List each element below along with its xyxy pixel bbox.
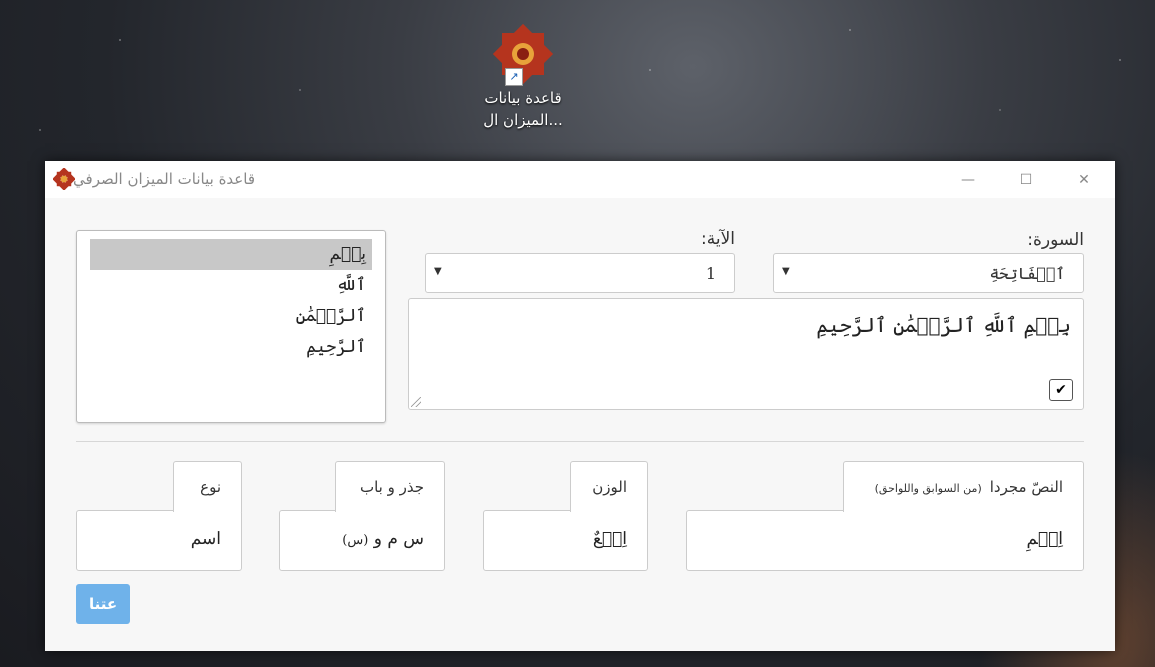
ayah-select[interactable]: ▼ 1: [425, 253, 735, 293]
ayah-label: الآية:: [701, 229, 735, 249]
ayah-checkbox[interactable]: ✔: [1049, 379, 1073, 401]
surah-select[interactable]: ▼ ٱلۡفَاتِحَةِ: [773, 253, 1084, 293]
chevron-down-icon: ▼: [782, 266, 790, 277]
desktop-icon-label-line1: قاعدة بيانات: [484, 89, 562, 107]
weight-value: اِفۡعٌ: [592, 529, 627, 549]
tab-stripped-text[interactable]: النصّ مجردا (من السوابق واللواحق): [843, 461, 1084, 512]
app-logo-icon: ↗: [491, 22, 555, 86]
minimize-button[interactable]: —: [945, 161, 991, 198]
surah-label: السورة:: [1027, 230, 1084, 250]
type-tab-label: نوع: [200, 478, 221, 496]
tab-type[interactable]: نوع: [173, 461, 242, 512]
action-button[interactable]: عتنا: [76, 584, 130, 624]
root-value: س م و: [373, 529, 424, 549]
surah-select-value: ٱلۡفَاتِحَةِ: [989, 264, 1065, 283]
desktop-shortcut-icon[interactable]: ↗ قاعدة بيانات ...الميزان ال: [477, 22, 569, 130]
window-title: قاعدة بيانات الميزان الصرفي: [73, 170, 255, 188]
root-note: (س): [342, 533, 369, 548]
stripped-text-card: اِسۡمِ: [686, 510, 1084, 571]
list-item[interactable]: بِسۡمِ: [90, 239, 372, 270]
weight-card: اِفۡعٌ: [483, 510, 648, 571]
weight-tab-label: الوزن: [592, 478, 627, 496]
stripped-text-tab-label: النصّ مجردا: [989, 478, 1063, 496]
list-item[interactable]: ٱللَّهِ: [90, 270, 372, 301]
ayah-select-value: 1: [705, 264, 716, 283]
list-item[interactable]: ٱلرَّحِيمِ: [90, 332, 372, 363]
tab-root[interactable]: جذر و باب: [335, 461, 445, 512]
app-window: قاعدة بيانات الميزان الصرفي — ☐ ✕ بِسۡمِ…: [45, 161, 1115, 651]
maximize-button[interactable]: ☐: [1003, 161, 1049, 198]
ayah-text: بِسۡمِ ٱللَّهِ ٱلرَّحۡمَٰنِ ٱلرَّحِيمِ: [816, 313, 1071, 337]
app-logo-icon: [52, 167, 76, 191]
root-card: س م و (س): [279, 510, 445, 571]
stripped-text-value: اِسۡمِ: [1026, 529, 1063, 549]
words-listbox[interactable]: بِسۡمِ ٱللَّهِ ٱلرَّحۡمَٰنِ ٱلرَّحِيمِ: [76, 230, 386, 423]
resize-handle-icon[interactable]: [411, 397, 421, 407]
type-value: اسم: [190, 529, 221, 549]
ayah-textarea[interactable]: بِسۡمِ ٱللَّهِ ٱلرَّحۡمَٰنِ ٱلرَّحِيمِ ✔: [408, 298, 1084, 410]
title-bar: قاعدة بيانات الميزان الصرفي — ☐ ✕: [45, 161, 1115, 198]
stripped-text-tab-note: (من السوابق واللواحق): [874, 482, 982, 495]
root-tab-label: جذر و باب: [359, 478, 424, 496]
close-button[interactable]: ✕: [1061, 161, 1107, 198]
shortcut-arrow-icon: ↗: [505, 68, 523, 86]
chevron-down-icon: ▼: [434, 266, 442, 277]
divider: [76, 441, 1084, 442]
tab-weight[interactable]: الوزن: [570, 461, 648, 512]
desktop-icon-label-line2: ...الميزان ال: [483, 111, 563, 129]
type-card: اسم: [76, 510, 242, 571]
list-item[interactable]: ٱلرَّحۡمَٰنِ: [90, 301, 372, 332]
